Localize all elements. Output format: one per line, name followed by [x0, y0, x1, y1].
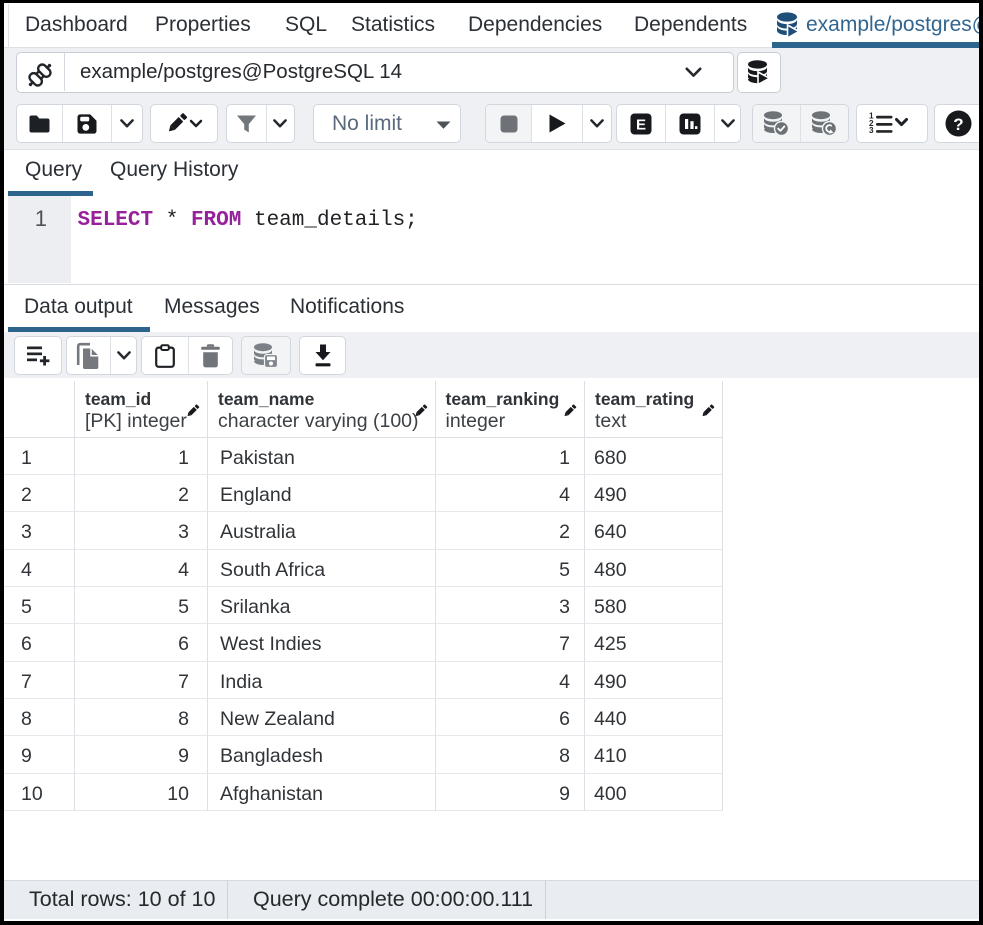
svg-text:?: ? — [953, 115, 963, 134]
svg-text:3: 3 — [869, 126, 874, 135]
svg-text:E: E — [636, 116, 646, 133]
